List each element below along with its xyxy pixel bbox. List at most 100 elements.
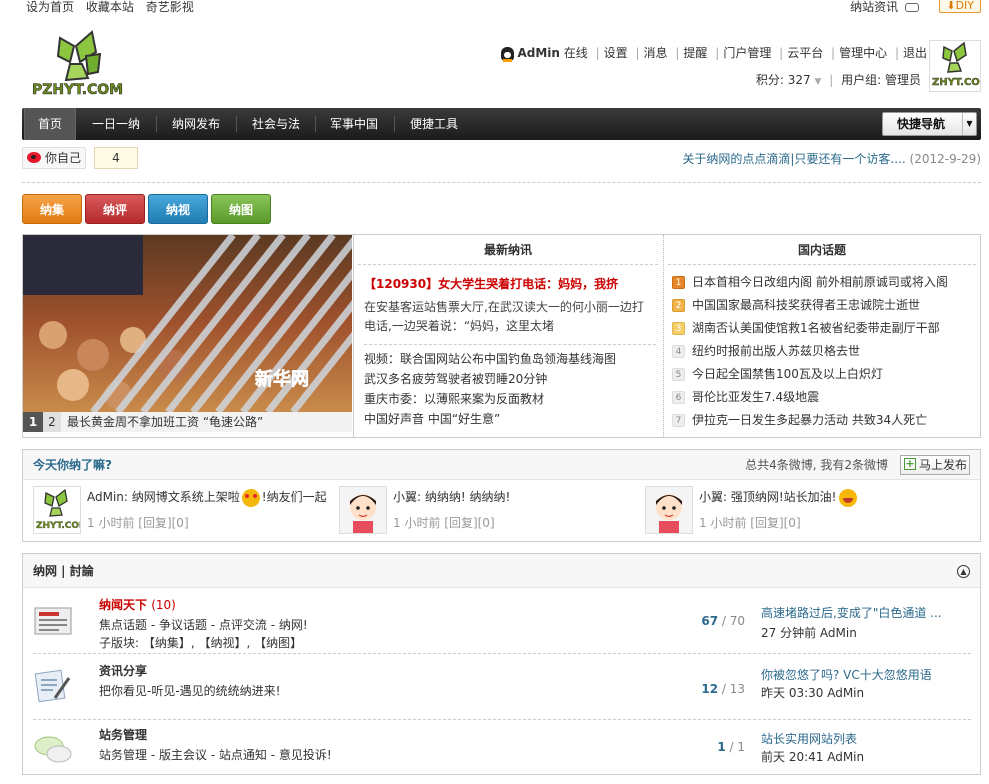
last-post-meta[interactable]: 昨天 03:30 AdMin bbox=[761, 684, 864, 701]
forum-description: 站务管理 - 版主会议 - 站点通知 - 意见投诉! bbox=[99, 748, 332, 762]
forum-description: 焦点话题 - 争议话题 - 点评交流 - 纳网! bbox=[99, 618, 308, 632]
post-time[interactable]: 1 小时前 [回复][0] bbox=[699, 514, 801, 531]
plus-icon: + bbox=[904, 457, 916, 470]
avatar[interactable] bbox=[645, 486, 693, 534]
admin-center-link[interactable]: 管理中心 bbox=[839, 46, 887, 60]
user-group-link[interactable]: 用户组: 管理员 bbox=[841, 73, 921, 87]
username[interactable]: AdMin bbox=[517, 46, 559, 60]
slide-caption[interactable]: 最长黄金周不拿加班工资 “龟速公路” bbox=[67, 415, 263, 429]
nav-tools[interactable]: 便捷工具 bbox=[402, 108, 466, 140]
document-pen-icon[interactable] bbox=[33, 668, 73, 704]
chat-bubbles-icon[interactable] bbox=[33, 732, 73, 768]
follow-count: 4 bbox=[94, 147, 138, 169]
post-text: 纳纳纳! 纳纳纳! bbox=[424, 490, 511, 504]
rank-badge: 5 bbox=[672, 368, 685, 381]
user-avatar[interactable]: ZHYT.COM bbox=[929, 40, 989, 92]
forum-name[interactable]: 纳闻天下 bbox=[99, 598, 147, 612]
tab-gallery[interactable]: 纳图 bbox=[211, 194, 271, 224]
nav-society-law[interactable]: 社会与法 bbox=[244, 108, 308, 140]
weibo-post: ZHYT.COM AdMin: 纳网博文系统上架啦!纳友们一起 1 小时前 [回… bbox=[33, 486, 333, 536]
slide-current[interactable]: 1 bbox=[23, 412, 43, 432]
diy-button[interactable]: ⬇DIY bbox=[939, 0, 981, 13]
nav-home[interactable]: 首页 bbox=[24, 108, 76, 140]
settings-link[interactable]: 设置 bbox=[604, 46, 628, 60]
forum-header: 纳网 | 討論 ▲ bbox=[23, 554, 980, 588]
post-author[interactable]: 小翼: bbox=[699, 490, 727, 504]
newspaper-icon[interactable] bbox=[33, 602, 73, 638]
weibo-header: 今天你纳了嘛? 总共4条微博, 我有2条微博 + 马上发布 bbox=[23, 450, 980, 480]
video-link[interactable]: 奇艺影视 bbox=[146, 0, 194, 14]
collapse-icon[interactable]: ▲ bbox=[957, 565, 970, 578]
post-author[interactable]: AdMin: bbox=[87, 490, 128, 504]
last-post-title[interactable]: 你被忽悠了吗? VC十大忽悠用语 bbox=[761, 666, 961, 683]
tab-collection[interactable]: 纳集 bbox=[22, 194, 82, 224]
thread-post-count: 67 / 70 bbox=[701, 614, 745, 628]
forum-panel: 纳网 | 討論 ▲ 纳闻天下 (10) 焦点话题 - 争议话题 - 点评交流 -… bbox=[22, 553, 981, 775]
slideshow[interactable]: 新华网 1 2 最长黄金周不拿加班工资 “龟速公路” bbox=[23, 235, 352, 432]
points-dropdown[interactable]: 积分: 327 ▼ bbox=[756, 73, 822, 87]
nav-military[interactable]: 军事中国 bbox=[322, 108, 386, 140]
announcement-date: (2012-9-29) bbox=[909, 152, 981, 166]
tab-review[interactable]: 纳评 bbox=[85, 194, 145, 224]
weibo-panel: 今天你纳了嘛? 总共4条微博, 我有2条微博 +马上发布 ZHYT.COM Ad… bbox=[22, 449, 981, 542]
post-author[interactable]: 小翼: bbox=[393, 490, 421, 504]
forum-name[interactable]: 资讯分享 bbox=[99, 664, 147, 678]
slide-next-index[interactable]: 2 bbox=[43, 412, 61, 432]
sub-forums[interactable]: 子版块: 【纳集】, 【纳视】, 【纳图】 bbox=[99, 634, 302, 651]
hot-topic-item[interactable]: 4 纽约时报前出版人苏兹贝格去世 bbox=[672, 340, 976, 363]
today-count: (10) bbox=[151, 598, 176, 612]
post-time[interactable]: 1 小时前 [回复][0] bbox=[87, 514, 189, 531]
news-item[interactable]: 武汉多名疲劳驾驶者被罚睡20分钟 bbox=[364, 369, 656, 389]
forum-description: 把你看见-听见-遇见的统统纳进来! bbox=[99, 684, 281, 698]
forum-name[interactable]: 站务管理 bbox=[99, 728, 147, 742]
messages-link[interactable]: 消息 bbox=[644, 46, 668, 60]
news-item[interactable]: 中国好声音 中国“好生意” bbox=[364, 409, 656, 429]
quick-nav-button[interactable]: 快捷导航 ▼ bbox=[882, 112, 977, 136]
caret-down-icon: ▼ bbox=[962, 113, 976, 135]
hot-topic-item[interactable]: 2 中国国家最高科技奖获得者王忠诚院士逝世 bbox=[672, 294, 976, 317]
avatar[interactable]: ZHYT.COM bbox=[33, 486, 88, 534]
portal-admin-link[interactable]: 门户管理 bbox=[723, 46, 771, 60]
last-post-title[interactable]: 高速堵路过后,变成了"白色通道 ... bbox=[761, 604, 961, 621]
reminders-link[interactable]: 提醒 bbox=[683, 46, 707, 60]
site-news-link[interactable]: 纳站资讯 bbox=[850, 0, 898, 14]
post-time[interactable]: 1 小时前 [回复][0] bbox=[393, 514, 495, 531]
last-post-meta[interactable]: 27 分钟前 AdMin bbox=[761, 624, 857, 641]
nav-daily[interactable]: 一日一纳 bbox=[84, 108, 148, 140]
weibo-follow-button[interactable]: 你自己 bbox=[22, 147, 86, 169]
hot-topics-title: 国内话题 bbox=[668, 235, 976, 265]
announcement: 关于纳网的点点滴滴|只要还有一个访客.... (2012-9-29) bbox=[682, 150, 981, 167]
cloud-platform-link[interactable]: 云平台 bbox=[787, 46, 823, 60]
last-post-title[interactable]: 站长实用网站列表 bbox=[761, 730, 961, 747]
site-logo[interactable]: PZHYT.COM bbox=[30, 28, 128, 98]
logo-text: PZHYT.COM bbox=[32, 82, 123, 98]
rank-badge: 4 bbox=[672, 345, 685, 358]
user-stats: 积分: 327 ▼ | 用户组: 管理员 bbox=[755, 73, 921, 87]
bookmark-link[interactable]: 收藏本站 bbox=[86, 0, 134, 14]
weibo-icon bbox=[27, 152, 41, 163]
avatar[interactable] bbox=[339, 486, 387, 534]
set-homepage-link[interactable]: 设为首页 bbox=[26, 0, 74, 14]
heart-eyes-emoji-icon bbox=[241, 488, 260, 507]
news-item[interactable]: 视频：联合国网站公布中国钓鱼岛领海基线海图 bbox=[364, 349, 656, 369]
news-headline[interactable]: 【120930】女大学生哭着打电话：妈妈，我挤 bbox=[364, 275, 654, 292]
last-post-meta[interactable]: 前天 20:41 AdMin bbox=[761, 748, 864, 765]
arrow-down-icon: ⬇ bbox=[946, 0, 956, 12]
hot-topic-item[interactable]: 5 今日起全国禁售100瓦及以上白炽灯 bbox=[672, 363, 976, 386]
slide-caption-bar[interactable]: 2 最长黄金周不拿加班工资 “龟速公路” bbox=[43, 412, 352, 432]
logout-link[interactable]: 退出 bbox=[903, 46, 927, 60]
news-item[interactable]: 重庆市委：以薄熙来案为反面教材 bbox=[364, 389, 656, 409]
online-status: 在线 bbox=[563, 46, 588, 60]
hot-topic-item[interactable]: 3 湖南否认美国使馆救1名被省纪委带走副厅干部 bbox=[672, 317, 976, 340]
tab-video[interactable]: 纳视 bbox=[148, 194, 208, 224]
hot-topic-item[interactable]: 1 日本首相今日改组内阁 前外相前原诚司或将入阁 bbox=[672, 271, 976, 294]
announcement-link[interactable]: 关于纳网的点点滴滴|只要还有一个访客.... bbox=[682, 152, 905, 166]
forum-title: 纳网 | 討論 bbox=[33, 564, 94, 578]
rank-badge: 1 bbox=[672, 276, 685, 289]
publish-button[interactable]: + 马上发布 bbox=[900, 455, 970, 475]
nav-publish[interactable]: 纳网发布 bbox=[164, 108, 228, 140]
latest-news-title: 最新纳讯 bbox=[358, 235, 658, 265]
latest-news: 最新纳讯 【120930】女大学生哭着打电话：妈妈，我挤 在安基客运站售票大厅,… bbox=[353, 235, 662, 437]
hot-topic-item[interactable]: 7 伊拉克一日发生多起暴力活动 共致34人死亡 bbox=[672, 409, 976, 432]
hot-topic-item[interactable]: 6 哥伦比亚发生7.4级地震 bbox=[672, 386, 976, 409]
